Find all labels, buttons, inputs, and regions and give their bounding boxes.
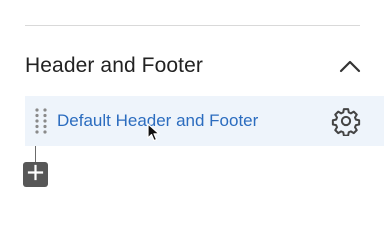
section-title: Header and Footer xyxy=(25,54,203,77)
plus-icon xyxy=(27,164,44,186)
section-header: Header and Footer xyxy=(25,48,363,84)
section-divider xyxy=(25,25,360,26)
add-button[interactable] xyxy=(23,162,48,187)
drag-handle-icon[interactable] xyxy=(29,106,53,136)
list-item: Default Header and Footer xyxy=(25,96,384,146)
header-footer-link[interactable]: Default Header and Footer xyxy=(57,111,258,131)
gear-icon[interactable] xyxy=(330,105,362,137)
tree-connector xyxy=(35,146,36,162)
chevron-up-icon[interactable] xyxy=(337,53,363,79)
